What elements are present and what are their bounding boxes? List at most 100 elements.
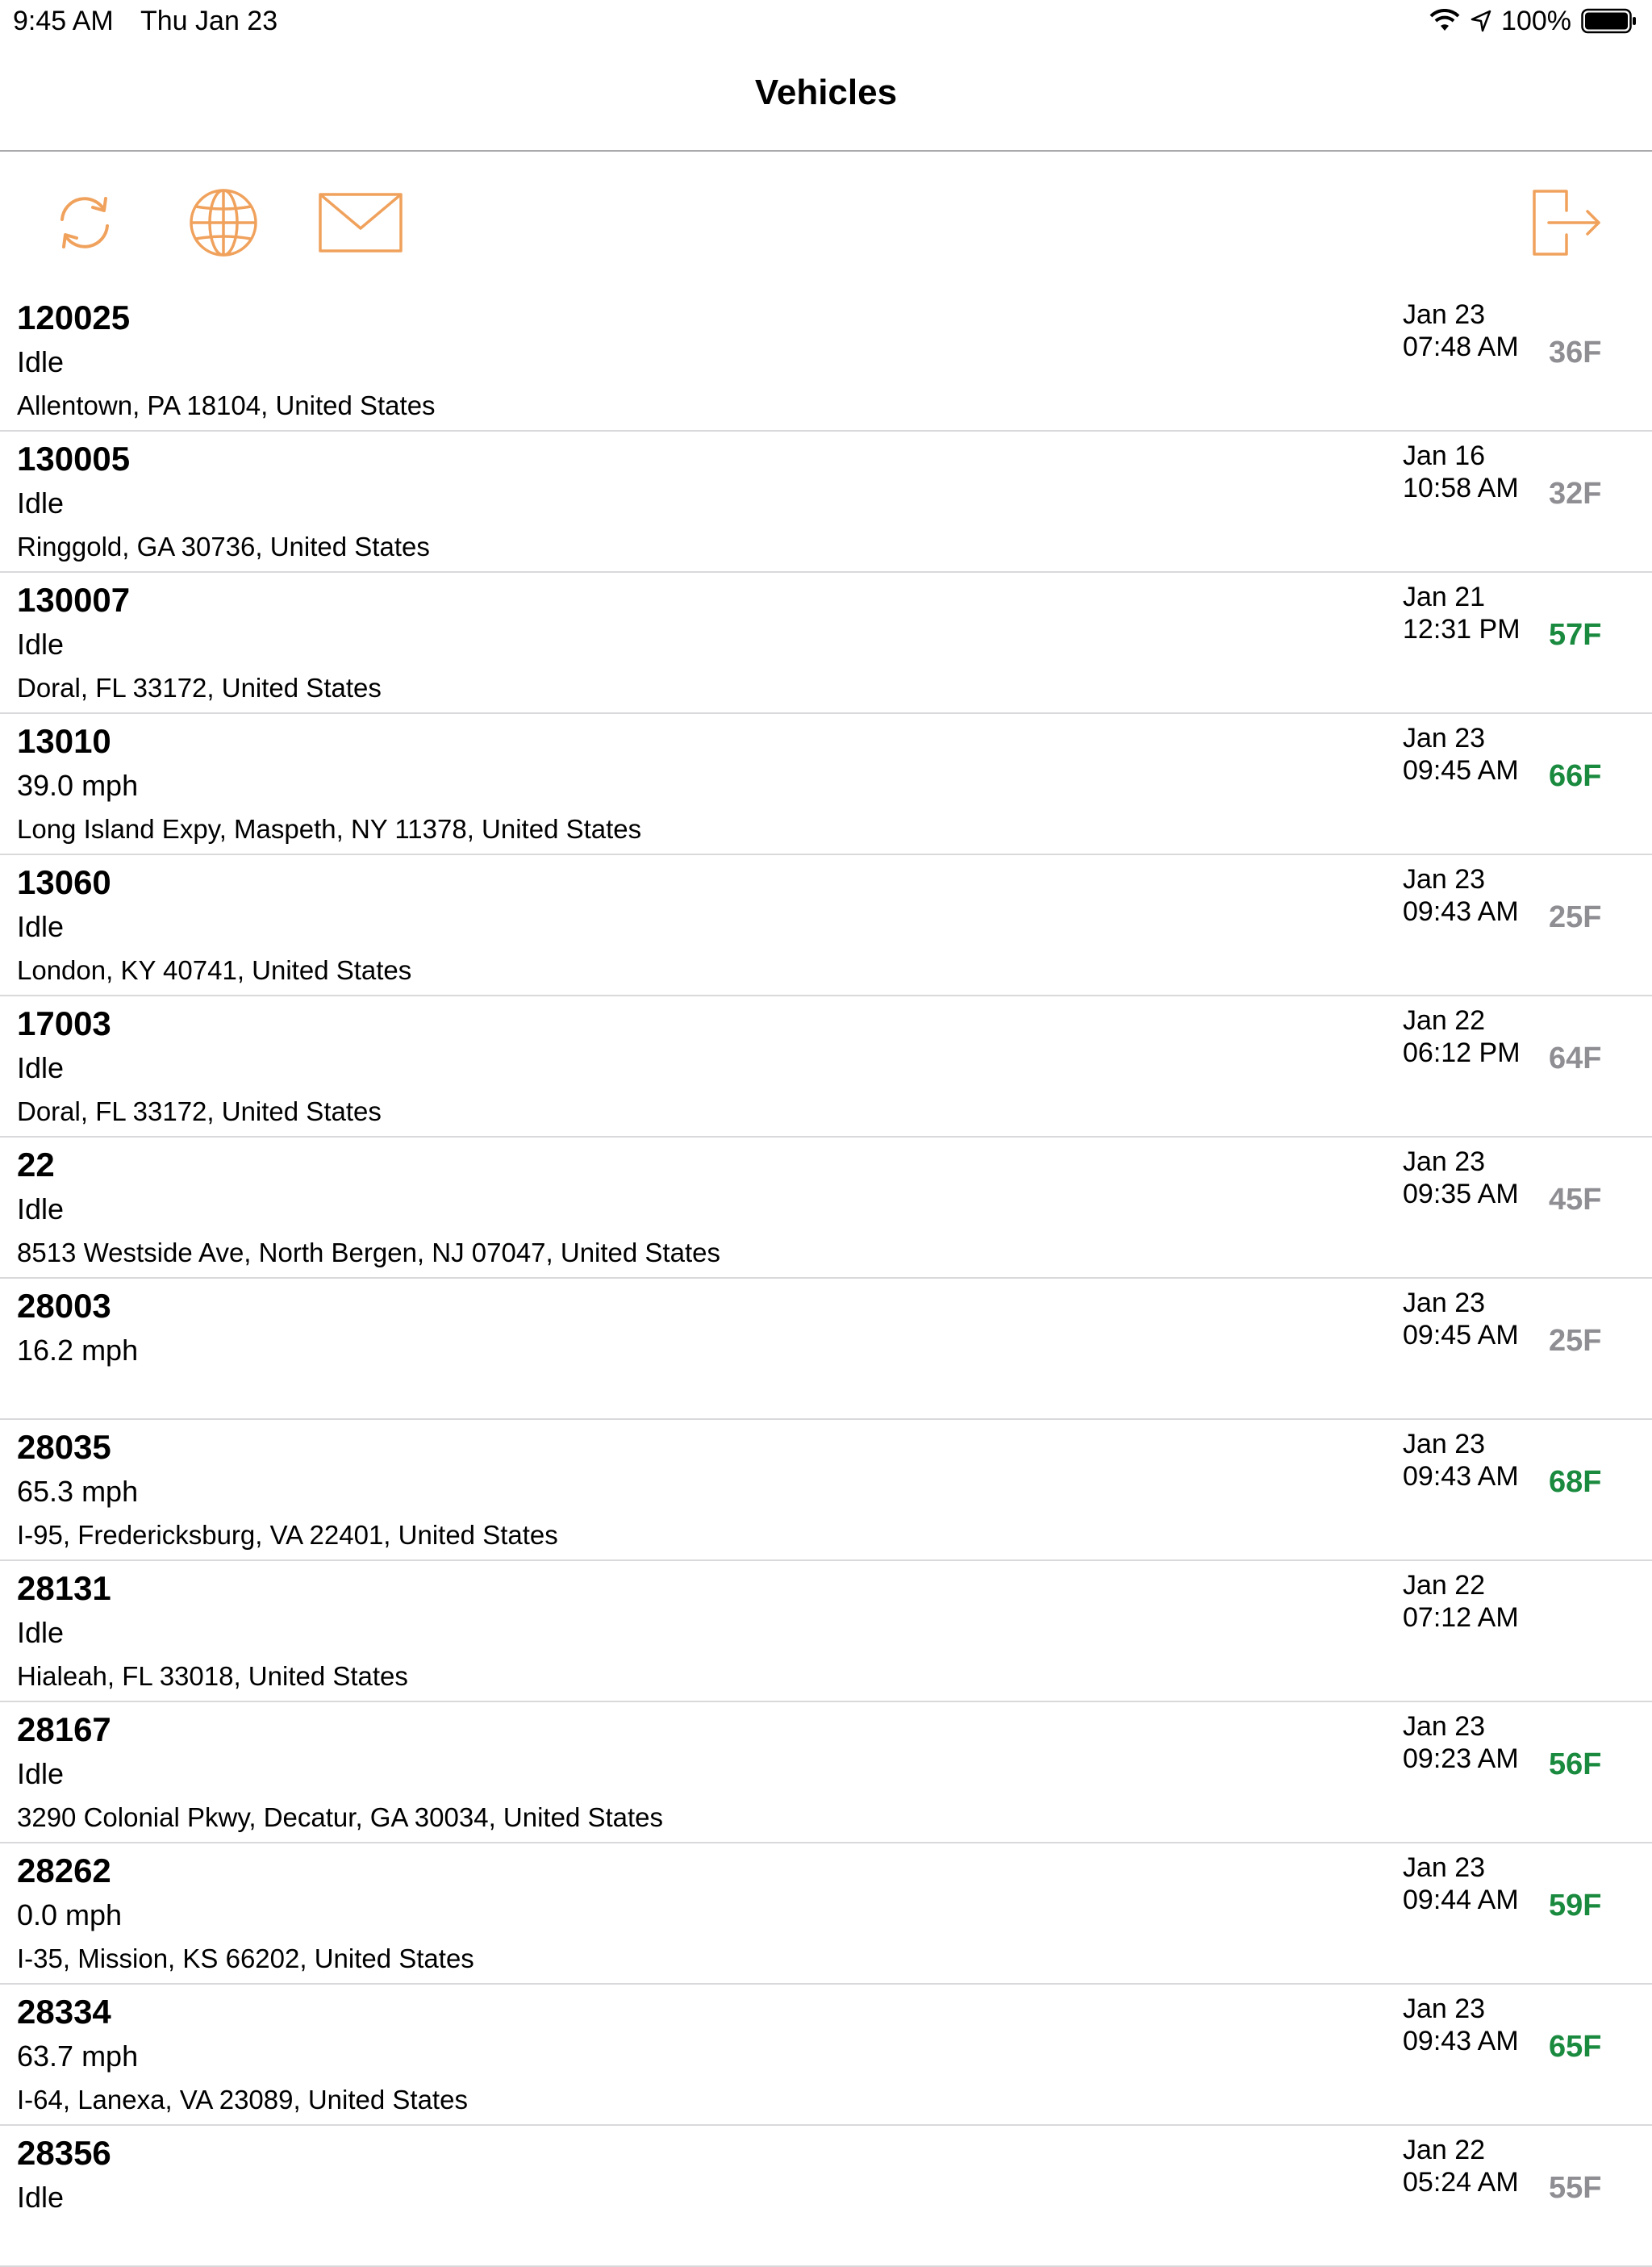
navigation-bar: Vehicles <box>0 42 1652 152</box>
logout-icon <box>1533 190 1600 256</box>
page-title: Vehicles <box>754 73 898 112</box>
battery-percentage: 100% <box>1501 6 1571 36</box>
vehicle-temperature: 32F <box>1549 477 1602 511</box>
refresh-button[interactable] <box>40 182 129 263</box>
vehicle-address: Doral, FL 33172, United States <box>17 1096 382 1126</box>
last-report-time: 05:24 AM <box>1403 2167 1519 2198</box>
vehicle-temperature: 56F <box>1549 1747 1602 1781</box>
vehicle-status: Idle <box>17 2181 65 2214</box>
vehicle-id: 28334 <box>17 1993 111 2031</box>
vehicle-address: 8513 Westside Ave, North Bergen, NJ 0704… <box>17 1238 720 1267</box>
vehicle-address: 3290 Colonial Pkwy, Decatur, GA 30034, U… <box>17 1802 664 1832</box>
vehicle-status: 39.0 mph <box>17 769 139 802</box>
last-report-time: 09:45 AM <box>1403 1320 1519 1351</box>
vehicle-row[interactable]: 28003 16.2 mph Jan 23 09:45 AM 25F <box>0 1279 1652 1420</box>
vehicle-address: I-64, Lanexa, VA 23089, United States <box>17 2085 468 2115</box>
vehicle-row[interactable]: 28035 65.3 mph I-95, Fredericksburg, VA 22… <box>0 1420 1652 1561</box>
last-report-date: Jan 23 <box>1403 1994 1486 2024</box>
last-report-date: Jan 23 <box>1403 864 1486 895</box>
vehicle-temperature: 55F <box>1549 2171 1602 2205</box>
location-arrow-icon <box>1471 10 1491 32</box>
last-report-time: 09:23 AM <box>1403 1743 1519 1774</box>
last-report-date: Jan 23 <box>1403 1146 1486 1177</box>
vehicle-row[interactable]: 28334 63.7 mph I-64, Lanexa, VA 23089, Uni… <box>0 1985 1652 2126</box>
vehicle-id: 28167 <box>17 1710 111 1748</box>
last-report-date: Jan 22 <box>1403 1005 1486 1036</box>
last-report-date: Jan 23 <box>1403 723 1486 754</box>
vehicle-address: Hialeah, FL 33018, United States <box>17 1661 408 1691</box>
last-report-time: 09:43 AM <box>1403 1461 1519 1492</box>
last-report-date: Jan 22 <box>1403 1570 1486 1601</box>
vehicle-row[interactable]: 28167 Idle 3290 Colonial Pkwy, Decatur, GA… <box>0 1702 1652 1843</box>
vehicle-status: 65.3 mph <box>17 1475 139 1508</box>
vehicle-row[interactable]: 13060 Idle London, KY 40741, United States… <box>0 855 1652 996</box>
vehicle-status: Idle <box>17 486 65 520</box>
battery-icon <box>1581 8 1636 34</box>
vehicle-status: Idle <box>17 910 65 943</box>
vehicle-temperature: 65F <box>1549 2030 1602 2064</box>
wifi-icon <box>1429 9 1460 31</box>
last-report-time: 06:12 PM <box>1403 1037 1521 1068</box>
vehicle-status: 0.0 mph <box>17 1898 123 1931</box>
last-report-date: Jan 22 <box>1403 2135 1486 2165</box>
vehicle-status: 16.2 mph <box>17 1334 139 1367</box>
vehicle-address: Long Island Expy, Maspeth, NY 11378, Uni… <box>17 814 642 844</box>
last-report-time: 12:31 PM <box>1403 614 1521 645</box>
vehicle-status: 63.7 mph <box>17 2039 139 2073</box>
vehicle-status: Idle <box>17 345 65 378</box>
vehicle-row[interactable]: 28356 Idle Jan 22 05:24 AM 55F <box>0 2126 1652 2267</box>
vehicle-row[interactable]: 28131 Idle Hialeah, FL 33018, United State… <box>0 1561 1652 1702</box>
vehicle-address: London, KY 40741, United States <box>17 955 412 985</box>
vehicle-id: 17003 <box>17 1004 111 1042</box>
vehicle-temperature: 64F <box>1549 1042 1602 1075</box>
vehicle-status: Idle <box>17 1616 65 1649</box>
last-report-date: Jan 23 <box>1403 1711 1486 1742</box>
last-report-time: 09:43 AM <box>1403 2026 1519 2056</box>
vehicle-id: 13010 <box>17 722 111 760</box>
vehicle-row[interactable]: 130005 Idle Ringgold, GA 30736, United Sta… <box>0 432 1652 573</box>
vehicle-list: 120025 Idle Allentown, PA 18104, United St… <box>0 290 1652 2267</box>
email-button[interactable] <box>316 182 405 263</box>
vehicle-row[interactable]: 22 Idle 8513 Westside Ave, North Bergen, N… <box>0 1138 1652 1279</box>
vehicle-address: Doral, FL 33172, United States <box>17 673 382 703</box>
vehicle-id: 130007 <box>17 581 131 619</box>
vehicle-temperature: 45F <box>1549 1183 1602 1217</box>
vehicle-status: Idle <box>17 1757 65 1790</box>
globe-icon <box>190 189 257 257</box>
vehicle-status: Idle <box>17 1192 65 1225</box>
vehicle-id: 120025 <box>17 299 131 336</box>
vehicle-id: 22 <box>17 1146 55 1184</box>
last-report-time: 09:45 AM <box>1403 755 1519 786</box>
vehicle-row[interactable]: 120025 Idle Allentown, PA 18104, United St… <box>0 290 1652 432</box>
vehicle-row[interactable]: 13010 39.0 mph Long Island Expy, Maspeth, … <box>0 714 1652 855</box>
logout-button[interactable] <box>1521 182 1610 263</box>
vehicle-temperature: 25F <box>1549 1324 1602 1358</box>
vehicle-temperature: 25F <box>1549 900 1602 934</box>
map-button[interactable] <box>179 182 268 263</box>
vehicle-id: 28262 <box>17 1852 111 1889</box>
vehicle-temperature: 36F <box>1549 336 1602 369</box>
vehicle-temperature: 57F <box>1549 618 1602 652</box>
vehicle-row[interactable]: 28262 0.0 mph I-35, Mission, KS 66202, Uni… <box>0 1843 1652 1985</box>
vehicle-temperature: 68F <box>1549 1465 1602 1499</box>
vehicle-id: 28356 <box>17 2134 111 2172</box>
vehicle-address: Ringgold, GA 30736, United States <box>17 532 430 562</box>
last-report-date: Jan 23 <box>1403 1288 1486 1318</box>
toolbar <box>0 152 1652 290</box>
refresh-icon <box>60 197 109 248</box>
vehicle-status: Idle <box>17 628 65 661</box>
status-bar: 9:45 AM Thu Jan 23 100% <box>0 0 1652 42</box>
last-report-date: Jan 21 <box>1403 582 1486 612</box>
vehicle-address: Allentown, PA 18104, United States <box>17 390 436 420</box>
last-report-time: 07:48 AM <box>1403 332 1519 362</box>
last-report-time: 09:44 AM <box>1403 1885 1519 1915</box>
vehicle-id: 28003 <box>17 1287 111 1325</box>
last-report-time: 09:35 AM <box>1403 1179 1519 1209</box>
vehicle-row[interactable]: 130007 Idle Doral, FL 33172, United States… <box>0 573 1652 714</box>
last-report-time: 09:43 AM <box>1403 896 1519 927</box>
status-time: 9:45 AM <box>13 6 114 36</box>
vehicle-id: 130005 <box>17 440 131 478</box>
vehicle-id: 28131 <box>17 1569 111 1607</box>
status-indicators: 100% <box>1429 0 1637 42</box>
vehicle-row[interactable]: 17003 Idle Doral, FL 33172, United States J… <box>0 996 1652 1138</box>
